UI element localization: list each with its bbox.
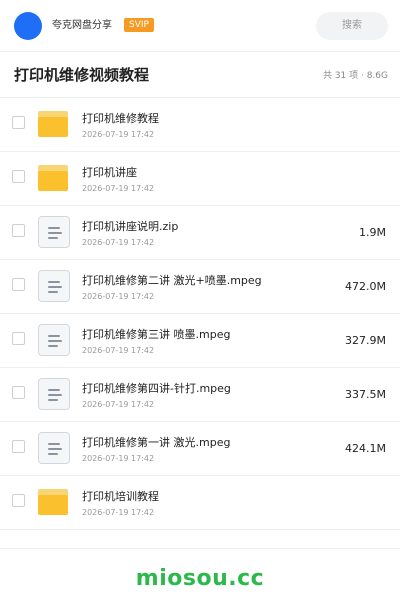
select-checkbox[interactable] (12, 170, 25, 183)
file-name: 打印机讲座 (82, 166, 137, 179)
file-row[interactable]: 打印机维修教程 2026-07-19 17:42 (0, 98, 400, 152)
folder-summary: 共 31 项 · 8.6G (322, 71, 388, 81)
share-owner-name: 夸克网盘分享 (52, 20, 112, 31)
select-checkbox[interactable] (12, 494, 25, 507)
file-date: 2026-07-19 17:42 (82, 184, 155, 193)
file-name: 打印机讲座说明.zip (82, 220, 179, 233)
file-row[interactable]: 打印机维修第一讲 激光.mpeg 2026-07-19 17:42 424.1M (0, 422, 400, 476)
select-checkbox[interactable] (12, 224, 25, 237)
select-checkbox[interactable] (12, 332, 25, 345)
file-name: 打印机维修第四讲-针打.mpeg (82, 382, 231, 395)
file-date: 2026-07-19 17:42 (82, 130, 155, 139)
file-icon (38, 270, 70, 302)
file-row[interactable]: 打印机维修第三讲 喷墨.mpeg 2026-07-19 17:42 327.9M (0, 314, 400, 368)
file-size: 327.9M (345, 334, 386, 347)
file-row[interactable]: 打印机维修第二讲 激光+喷墨.mpeg 2026-07-19 17:42 472.0… (0, 260, 400, 314)
select-checkbox[interactable] (12, 440, 25, 453)
avatar[interactable] (14, 12, 42, 40)
svip-badge: SVIP (124, 18, 154, 32)
file-date: 2026-07-19 17:42 (82, 346, 155, 355)
file-size: 472.0M (345, 280, 386, 293)
file-icon (38, 216, 70, 248)
page-title: 打印机维修视频教程 (14, 66, 150, 84)
file-icon (38, 378, 70, 410)
file-row[interactable]: 打印机培训教程 2026-07-19 17:42 (0, 476, 400, 530)
footer: miosou.cc (0, 548, 400, 600)
file-size: 424.1M (345, 442, 386, 455)
site-watermark: miosou.cc (135, 566, 265, 591)
file-name: 打印机维修第三讲 喷墨.mpeg (82, 328, 231, 341)
file-size: 337.5M (345, 388, 386, 401)
file-date: 2026-07-19 17:42 (82, 238, 155, 247)
file-row[interactable]: 打印机讲座 2026-07-19 17:42 (0, 152, 400, 206)
file-name: 打印机培训教程 (82, 490, 159, 503)
file-date: 2026-07-19 17:42 (82, 292, 155, 301)
file-name: 打印机维修第二讲 激光+喷墨.mpeg (82, 274, 262, 287)
select-checkbox[interactable] (12, 278, 25, 291)
search-button[interactable]: 搜索 (316, 12, 388, 40)
folder-icon (38, 486, 70, 518)
folder-icon (38, 162, 70, 194)
file-row[interactable]: 打印机讲座说明.zip 2026-07-19 17:42 1.9M (0, 206, 400, 260)
file-date: 2026-07-19 17:42 (82, 400, 155, 409)
file-date: 2026-07-19 17:42 (82, 508, 155, 517)
app-header: 夸克网盘分享 SVIP 搜索 (0, 0, 400, 52)
folder-icon (38, 108, 70, 140)
select-checkbox[interactable] (12, 116, 25, 129)
select-checkbox[interactable] (12, 386, 25, 399)
file-date: 2026-07-19 17:42 (82, 454, 155, 463)
file-size: 1.9M (359, 226, 386, 239)
file-name: 打印机维修教程 (82, 112, 159, 125)
file-row[interactable]: 打印机维修第四讲-针打.mpeg 2026-07-19 17:42 337.5M (0, 368, 400, 422)
file-icon (38, 432, 70, 464)
file-icon (38, 324, 70, 356)
file-name: 打印机维修第一讲 激光.mpeg (82, 436, 231, 449)
file-list: 打印机维修教程 2026-07-19 17:42 打印机讲座 2026-07-19 1… (0, 98, 400, 530)
folder-title-bar: 打印机维修视频教程 共 31 项 · 8.6G (0, 52, 400, 98)
